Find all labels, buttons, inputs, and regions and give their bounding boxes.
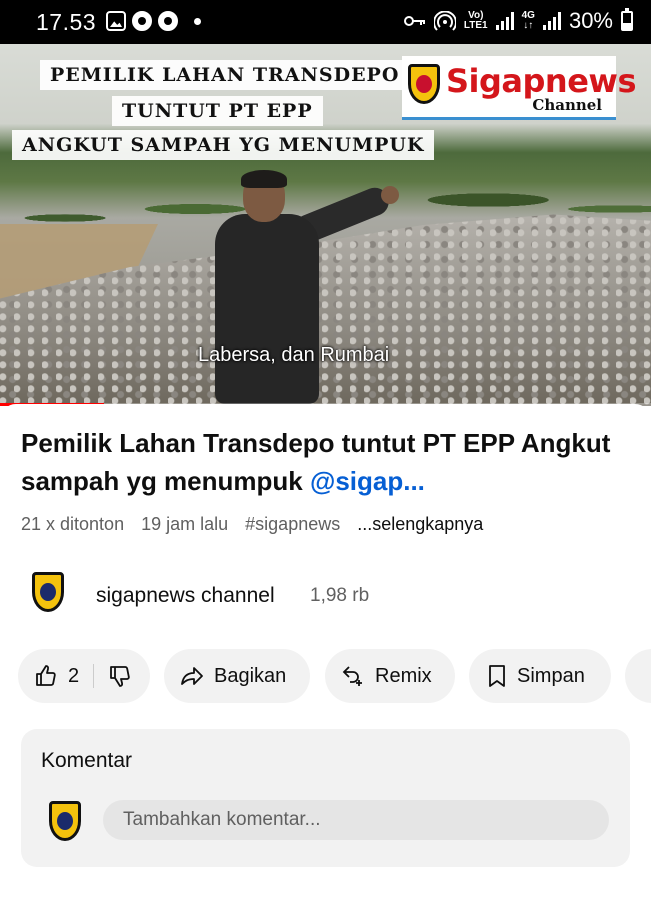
battery-icon: [621, 8, 633, 31]
network-type-indicator: 4G ↓↑: [522, 11, 535, 31]
app-notification-icon: [132, 11, 152, 31]
video-details-sheet: Pemilik Lahan Transdepo tuntut PT EPP An…: [0, 404, 651, 900]
like-count[interactable]: 2: [68, 665, 79, 688]
remix-label: Remix: [375, 664, 432, 687]
like-divider: [93, 664, 95, 688]
thumbs-down-icon[interactable]: [108, 664, 132, 688]
video-overlay-line-3: ANGKUT SAMPAH YG MENUMPUK: [12, 130, 435, 160]
like-dislike-pill: 2: [18, 649, 150, 703]
save-button[interactable]: Simpan: [469, 649, 611, 703]
shield-avatar-icon: [32, 572, 64, 612]
share-button[interactable]: Bagikan: [164, 649, 310, 703]
shield-avatar-icon: [49, 801, 81, 841]
channel-avatar[interactable]: [28, 570, 68, 616]
upload-time: 19 jam lalu: [141, 514, 229, 534]
logo-text: Sigapnews: [446, 62, 637, 100]
video-overlay-line-2: TUNTUT PT EPP: [112, 96, 323, 126]
channel-name[interactable]: sigapnews channel: [96, 584, 275, 608]
signal-icon: [495, 12, 514, 30]
video-overlay-line-1: PEMILIK LAHAN TRANSDEPO: [40, 60, 410, 90]
hashtag-link[interactable]: #sigapnews: [245, 514, 340, 534]
subscriber-count: 1,98 rb: [310, 585, 370, 606]
status-bar: 17.53 Vo) LTE1 4G ↓↑ 30%: [0, 0, 651, 44]
video-title[interactable]: Pemilik Lahan Transdepo tuntut PT EPP An…: [21, 424, 636, 500]
bookmark-icon: [489, 665, 505, 687]
key-icon: [403, 16, 425, 26]
system-icons: Vo) LTE1 4G ↓↑ 30%: [403, 8, 633, 34]
show-more-link[interactable]: ...selengkapnya: [357, 514, 483, 534]
thumbs-up-icon[interactable]: [34, 664, 58, 688]
more-notifications-dot-icon: [194, 17, 201, 25]
channel-row[interactable]: sigapnews channel 1,98 rb: [0, 564, 651, 624]
shield-logo-icon: [408, 64, 440, 104]
remix-button[interactable]: Remix: [325, 649, 455, 703]
remix-icon: [342, 666, 362, 686]
battery-percent: 30%: [568, 8, 613, 33]
hotspot-icon: [433, 11, 456, 31]
view-count: 21 x ditonton: [21, 514, 125, 534]
video-player[interactable]: PEMILIK LAHAN TRANSDEPO TUNTUT PT EPP AN…: [0, 44, 651, 406]
user-avatar: [45, 799, 85, 845]
channel-logo-watermark: Sigapnews Channel: [402, 56, 637, 120]
add-comment-input[interactable]: [103, 800, 609, 840]
volte-indicator: Vo) LTE1: [464, 11, 488, 31]
lte-label: LTE1: [463, 20, 488, 31]
notification-icons: [106, 11, 201, 31]
signal-icon-2: [542, 12, 561, 30]
data-activity-label: ↓↑: [523, 20, 534, 31]
video-meta[interactable]: 21 x ditonton 19 jam lalu #sigapnews ...…: [21, 514, 495, 535]
action-bar: 2 Bagikan Remix Simpan: [18, 649, 651, 703]
video-caption: Labersa, dan Rumbai: [198, 344, 390, 366]
save-label: Simpan: [517, 664, 585, 687]
share-arrow-icon: [181, 667, 203, 685]
share-label: Bagikan: [214, 664, 287, 687]
gallery-notification-icon: [106, 11, 126, 31]
logo-subtext: Channel: [532, 96, 602, 114]
comments-title: Komentar: [41, 749, 133, 772]
app-notification-icon-2: [158, 11, 178, 31]
clock: 17.53: [36, 9, 97, 35]
video-person: [215, 170, 399, 406]
more-actions-button[interactable]: [625, 649, 651, 703]
video-title-tag[interactable]: @sigap...: [310, 466, 425, 496]
comments-section[interactable]: Komentar: [21, 729, 630, 867]
